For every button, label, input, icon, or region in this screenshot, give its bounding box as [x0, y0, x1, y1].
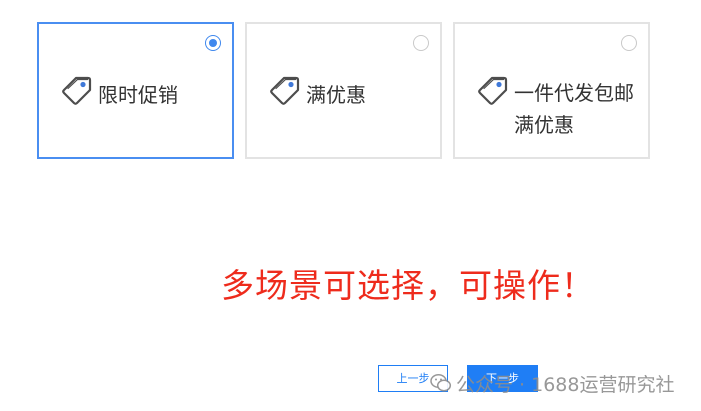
wechat-icon: [430, 373, 452, 392]
option-label: 满优惠: [306, 83, 366, 107]
option-card-full-discount[interactable]: 满优惠: [245, 22, 442, 159]
radio-unselected-icon[interactable]: [413, 35, 429, 51]
radio-selected-icon[interactable]: [205, 35, 221, 51]
watermark: 公众号 · 1688运营研究社: [430, 369, 674, 397]
tag-icon: [62, 76, 92, 105]
tag-icon: [270, 76, 300, 105]
option-label: 一件代发包邮满优惠: [514, 81, 634, 137]
tag-icon: [478, 76, 508, 105]
headline-annotation: 多场景可选择，可操作！: [221, 266, 595, 305]
watermark-text: 公众号 · 1688运营研究社: [456, 373, 675, 396]
option-card-limited-time-sale[interactable]: 限时促销: [37, 22, 234, 159]
option-label: 限时促销: [98, 83, 178, 107]
radio-unselected-icon[interactable]: [621, 35, 637, 51]
promotion-type-page: 限时促销 满优惠 一件代发包邮满优惠 多场景可选择，可操作！ 上一步 下一步 公…: [0, 0, 701, 411]
option-card-dropship-free-shipping[interactable]: 一件代发包邮满优惠: [453, 22, 650, 159]
